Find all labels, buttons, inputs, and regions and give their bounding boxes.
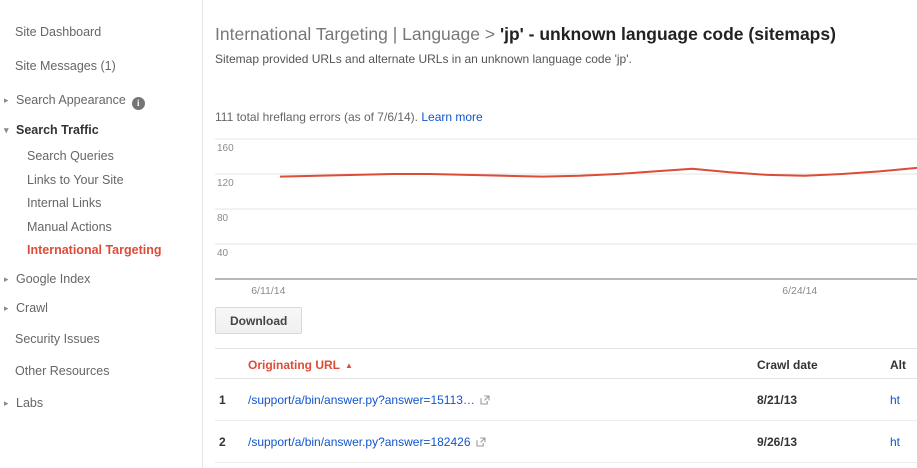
sidebar-item-crawl[interactable]: ▸Crawl xyxy=(0,301,203,315)
errors-trend-line xyxy=(280,168,917,177)
sidebar-item-label: Google Index xyxy=(16,272,90,286)
sidebar-item-other-resources[interactable]: Other Resources xyxy=(0,364,203,378)
sidebar-item-label: Labs xyxy=(16,396,43,410)
main-content: International Targeting | Language > 'jp… xyxy=(215,0,917,468)
chevron-right-icon: ▸ xyxy=(4,274,16,285)
column-header-alternate-url[interactable]: Alt xyxy=(890,358,906,372)
sidebar-item-links-to-your-site[interactable]: Links to Your Site xyxy=(0,173,203,187)
chevron-right-icon: ▸ xyxy=(4,398,16,409)
sidebar-item-manual-actions[interactable]: Manual Actions xyxy=(0,220,203,234)
y-axis-tick: 160 xyxy=(217,143,234,154)
page-title-current: 'jp' - unknown language code (sitemaps) xyxy=(500,24,836,44)
column-header-label: Originating URL xyxy=(248,358,340,372)
chevron-right-icon: ▸ xyxy=(4,303,16,314)
crawl-date-value: 9/26/13 xyxy=(757,435,797,449)
info-icon[interactable]: i xyxy=(132,97,145,110)
y-axis-tick: 120 xyxy=(217,178,234,189)
breadcrumb: International Targeting | Language > xyxy=(215,24,500,44)
sort-asc-icon: ▲ xyxy=(345,361,353,370)
sidebar-nav: Site Dashboard Site Messages (1) ▸Search… xyxy=(0,0,203,468)
sidebar-item-label: Manual Actions xyxy=(27,220,112,234)
x-axis-tick: 6/11/14 xyxy=(251,285,285,297)
crawl-date-value: 8/21/13 xyxy=(757,393,797,407)
sidebar-item-security-issues[interactable]: Security Issues xyxy=(0,332,203,346)
learn-more-link[interactable]: Learn more xyxy=(421,110,482,124)
error-summary: 111 total hreflang errors (as of 7/6/14)… xyxy=(215,110,483,124)
sidebar-item-international-targeting[interactable]: International Targeting xyxy=(0,243,203,257)
page-subtitle: Sitemap provided URLs and alternate URLs… xyxy=(215,52,632,66)
chevron-down-icon: ▾ xyxy=(4,125,16,136)
originating-url-link[interactable]: /support/a/bin/answer.py?answer=15113… xyxy=(248,393,490,408)
error-summary-text: 111 total hreflang errors (as of 7/6/14)… xyxy=(215,110,421,124)
sidebar-item-search-queries[interactable]: Search Queries xyxy=(0,149,203,163)
errors-table: Originating URL ▲ Crawl date Alt 1 /suppo… xyxy=(215,348,917,463)
sidebar-item-label: Other Resources xyxy=(15,364,109,378)
webmaster-tools-page: Site Dashboard Site Messages (1) ▸Search… xyxy=(0,0,917,468)
sidebar-item-label: Internal Links xyxy=(27,196,101,210)
column-header-crawl-date[interactable]: Crawl date xyxy=(757,358,818,372)
row-number: 2 xyxy=(219,435,226,449)
originating-url-text: /support/a/bin/answer.py?answer=15113… xyxy=(248,393,475,407)
chevron-right-icon: ▸ xyxy=(4,95,16,106)
table-row: 1 /support/a/bin/answer.py?answer=15113…… xyxy=(215,379,917,421)
row-number: 1 xyxy=(219,393,226,407)
sidebar-item-label: Links to Your Site xyxy=(27,173,124,187)
table-header-row: Originating URL ▲ Crawl date Alt xyxy=(215,348,917,379)
alternate-url-link[interactable]: ht xyxy=(890,393,900,407)
y-axis-tick: 80 xyxy=(217,213,229,224)
sidebar-item-label: International Targeting xyxy=(27,243,162,257)
sidebar-item-search-traffic[interactable]: ▾Search Traffic xyxy=(0,123,203,137)
sidebar-item-label: Security Issues xyxy=(15,332,100,346)
sidebar-item-label: Search Queries xyxy=(27,149,114,163)
column-header-originating-url[interactable]: Originating URL ▲ xyxy=(248,358,353,372)
originating-url-link[interactable]: /support/a/bin/answer.py?answer=182426 xyxy=(248,435,486,450)
sidebar-item-site-dashboard[interactable]: Site Dashboard xyxy=(0,25,203,39)
page-title: International Targeting | Language > 'jp… xyxy=(215,24,836,45)
sidebar-item-search-appearance[interactable]: ▸Search Appearance i xyxy=(0,93,203,110)
sidebar-item-label: Search Traffic xyxy=(16,123,99,137)
sidebar-item-site-messages[interactable]: Site Messages (1) xyxy=(0,59,203,73)
sidebar-item-google-index[interactable]: ▸Google Index xyxy=(0,272,203,286)
sidebar-item-label: Site Messages (1) xyxy=(15,59,116,73)
download-button[interactable]: Download xyxy=(215,307,302,334)
table-row: 2 /support/a/bin/answer.py?answer=182426… xyxy=(215,421,917,463)
external-link-icon[interactable] xyxy=(480,394,490,408)
originating-url-text: /support/a/bin/answer.py?answer=182426 xyxy=(248,435,471,449)
line-chart: 160 120 80 40 6/11/14 6/24/14 xyxy=(215,135,917,300)
x-axis-tick: 6/24/14 xyxy=(782,285,817,297)
sidebar-item-internal-links[interactable]: Internal Links xyxy=(0,196,203,210)
y-axis-tick: 40 xyxy=(217,248,229,259)
sidebar-item-label: Crawl xyxy=(16,301,48,315)
alternate-url-link[interactable]: ht xyxy=(890,435,900,449)
sidebar-item-label: Site Dashboard xyxy=(15,25,101,39)
hreflang-errors-chart: 160 120 80 40 6/11/14 6/24/14 xyxy=(215,135,917,300)
external-link-icon[interactable] xyxy=(476,436,486,450)
sidebar-item-labs[interactable]: ▸Labs xyxy=(0,396,203,410)
sidebar-item-label: Search Appearance xyxy=(16,93,126,107)
